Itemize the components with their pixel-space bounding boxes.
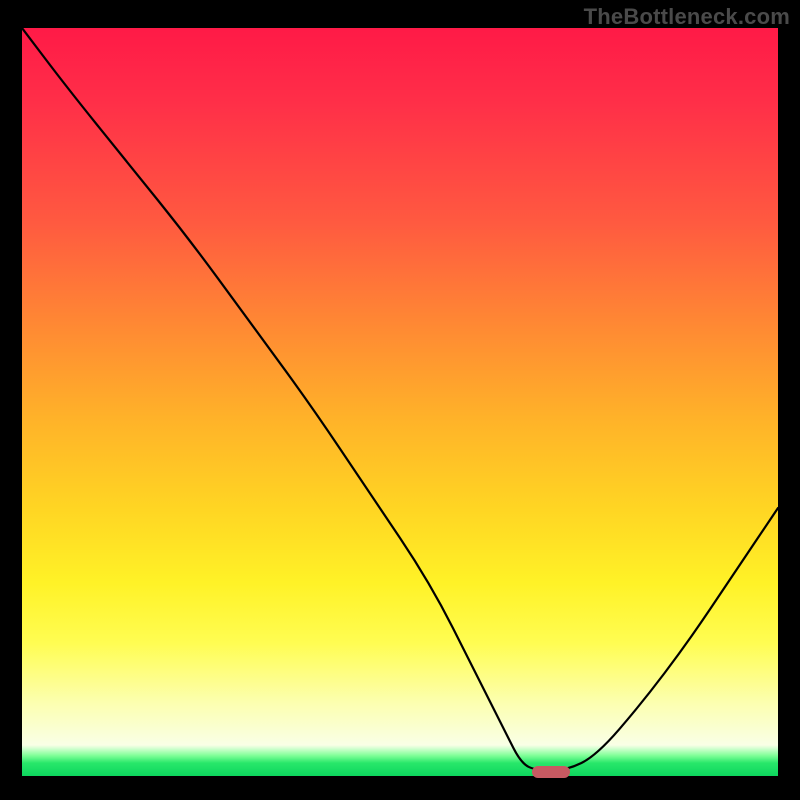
watermark-text: TheBottleneck.com bbox=[584, 4, 790, 30]
chart-frame: TheBottleneck.com bbox=[0, 0, 800, 800]
bottleneck-curve bbox=[22, 28, 778, 778]
baseline bbox=[22, 776, 778, 778]
curve-path bbox=[22, 28, 778, 771]
optimal-marker bbox=[532, 766, 570, 778]
plot-area bbox=[22, 28, 778, 778]
